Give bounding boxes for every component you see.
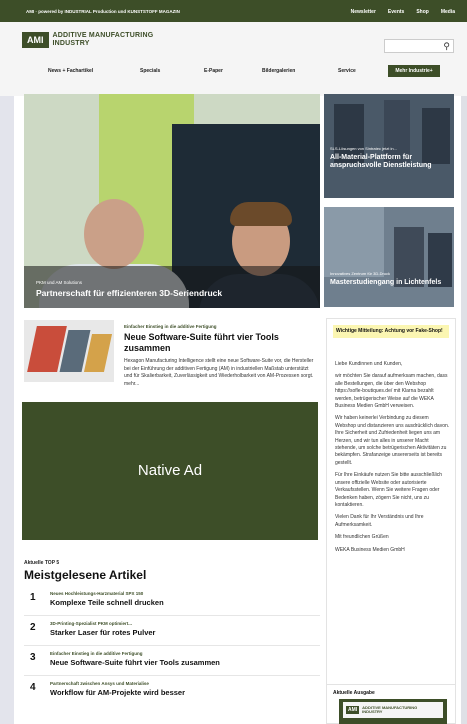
side-teaser-2-kicker: Innovatives Zentrum für 3D-Druck	[330, 271, 391, 276]
list-item-title[interactable]: Komplexe Teile schnell drucken	[50, 598, 164, 607]
page-frame-right	[461, 0, 467, 724]
notice-paragraph: Liebe Kundinnen und Kunden,	[335, 361, 403, 367]
article-text: Hexagon Manufacturing Intelligence stell…	[124, 358, 314, 387]
list-item[interactable]: 2 3D-Printing-Spezialist PKM optimiert..…	[24, 616, 320, 646]
top-bar-tagline: AMI · powered by INDUSTRIAL Production u…	[26, 9, 180, 14]
side-teaser-1-title[interactable]: All-Material-Plattform für anspruchsvoll…	[330, 154, 450, 170]
current-issue[interactable]: Aktuelle Ausgabe AMI ADDITIVE MANUFACTUR…	[326, 684, 456, 724]
hero-person-left-head	[84, 199, 144, 269]
list-item-title[interactable]: Neue Software-Suite führt vier Tools zus…	[50, 658, 220, 667]
list-item-title[interactable]: Starker Laser für rotes Pulver	[50, 628, 155, 637]
nav-item-news[interactable]: News + Fachartikel	[48, 68, 93, 74]
teaser-image-shape	[324, 207, 384, 277]
search-input[interactable]: ⚲	[384, 39, 454, 53]
notice-paragraph: Für Ihre Einkäufe nutzen Sie bitte aussc…	[335, 472, 442, 508]
teaser-image-shape	[394, 227, 424, 287]
list-item-title[interactable]: Workflow für AM-Projekte wird besser	[50, 688, 185, 697]
issue-logo-box: AMI	[346, 706, 360, 714]
top-links: Newsletter Events Shop Media	[351, 9, 455, 15]
search-icon[interactable]: ⚲	[443, 41, 450, 52]
site-logo[interactable]: AMI ADDITIVE MANUFACTURING INDUSTRY	[22, 32, 153, 48]
list-item-number: 2	[30, 622, 36, 633]
article-kicker: Einfacher Einstieg in die additive Ferti…	[124, 324, 217, 329]
nav-item-galleries[interactable]: Bildergalerien	[262, 68, 295, 74]
notice-heading: Wichtige Mitteilung: Achtung vor Fake-Sh…	[333, 325, 449, 338]
issue-logo-text: ADDITIVE MANUFACTURING INDUSTRY	[362, 705, 417, 715]
top-link-shop[interactable]: Shop	[416, 9, 429, 15]
list-item-kicker: Neues Hochleistungs-Harzmaterial SPX 150	[50, 591, 144, 596]
notice-body: Liebe Kundinnen und Kunden, wir möchten …	[335, 361, 451, 559]
hero-teaser[interactable]: PKM und AM Solutions Partnerschaft für e…	[24, 94, 320, 308]
list-item[interactable]: 3 Einfacher Einstieg in die additive Fer…	[24, 646, 320, 676]
article-title[interactable]: Neue Software-Suite führt vier Tools zus…	[124, 332, 319, 354]
logo-box: AMI	[22, 32, 49, 48]
fake-shop-notice: Wichtige Mitteilung: Achtung vor Fake-Sh…	[326, 318, 456, 698]
issue-logo-line-2: INDUSTRY	[362, 709, 383, 714]
current-issue-label: Aktuelle Ausgabe	[333, 690, 375, 696]
hero-kicker: PKM und AM Solutions	[36, 280, 83, 285]
notice-paragraph: Mit freundlichen Grüßen	[335, 534, 389, 541]
logo-line-1: ADDITIVE MANUFACTURING	[52, 32, 154, 39]
top5-title: Meistgelesene Artikel	[24, 568, 147, 582]
notice-paragraph: Wir haben keinerlei Verbindung zu diesem…	[335, 415, 450, 466]
nav-item-epaper[interactable]: E-Paper	[204, 68, 223, 74]
native-ad[interactable]: Native Ad	[22, 402, 318, 540]
side-teaser-2-title[interactable]: Masterstudiengang in Lichtenfels	[330, 279, 450, 287]
page-frame-left	[0, 96, 14, 724]
hero-title[interactable]: Partnerschaft für effizienteren 3D-Serie…	[36, 288, 222, 298]
list-item[interactable]: 1 Neues Hochleistungs-Harzmaterial SPX 1…	[24, 586, 320, 616]
notice-paragraph: wir möchten Sie darauf aufmerksam machen…	[335, 373, 448, 410]
list-item-number: 1	[30, 592, 36, 603]
top-link-events[interactable]: Events	[388, 9, 404, 15]
logo-line-2: INDUSTRY	[52, 40, 90, 47]
list-item-kicker: Einfacher Einstieg in die additive Ferti…	[50, 651, 143, 656]
current-issue-cover[interactable]: AMI ADDITIVE MANUFACTURING INDUSTRY	[339, 699, 447, 724]
current-issue-cover-header: AMI ADDITIVE MANUFACTURING INDUSTRY	[343, 702, 443, 718]
list-item-number: 3	[30, 652, 36, 663]
top-link-newsletter[interactable]: Newsletter	[351, 9, 376, 15]
notice-paragraph: Vielen Dank für Ihr Verständnis und Ihre…	[335, 514, 424, 528]
notice-paragraph: WEKA Business Medien GmbH	[335, 546, 405, 553]
site-header: AMI ADDITIVE MANUFACTURING INDUSTRY ⚲ Ne…	[0, 22, 467, 96]
nav-more-button[interactable]: Mehr Industrie+	[388, 65, 440, 77]
side-teaser-1-kicker: SLS-Lösungen von Sintratec jetzt in...	[330, 146, 397, 151]
list-item-number: 4	[30, 682, 36, 693]
article-image[interactable]	[24, 320, 114, 382]
nav-item-service[interactable]: Service	[338, 68, 356, 74]
main-nav: News + Fachartikel Specials E-Paper Bild…	[0, 65, 467, 79]
hero-caption-overlay	[24, 266, 320, 308]
list-item[interactable]: 4 Partnerschaft zwischen Ansys und Mater…	[24, 676, 320, 706]
top5-kicker: Aktuelle TOP 5	[24, 560, 60, 566]
nav-item-specials[interactable]: Specials	[140, 68, 160, 74]
hero-person-right-hair	[230, 202, 292, 226]
side-teaser-2[interactable]: Innovatives Zentrum für 3D-Druck Masters…	[324, 207, 454, 307]
article-teaser[interactable]: Einfacher Einstieg in die additive Ferti…	[24, 320, 320, 400]
list-item-kicker: 3D-Printing-Spezialist PKM optimiert...	[50, 621, 133, 626]
top-bar: AMI · powered by INDUSTRIAL Production u…	[0, 0, 467, 22]
logo-text: ADDITIVE MANUFACTURING INDUSTRY	[53, 32, 154, 48]
top-link-media[interactable]: Media	[441, 9, 455, 15]
side-teaser-1[interactable]: SLS-Lösungen von Sintratec jetzt in... A…	[324, 94, 454, 198]
list-item-kicker: Partnerschaft zwischen Ansys und Materia…	[50, 681, 149, 686]
